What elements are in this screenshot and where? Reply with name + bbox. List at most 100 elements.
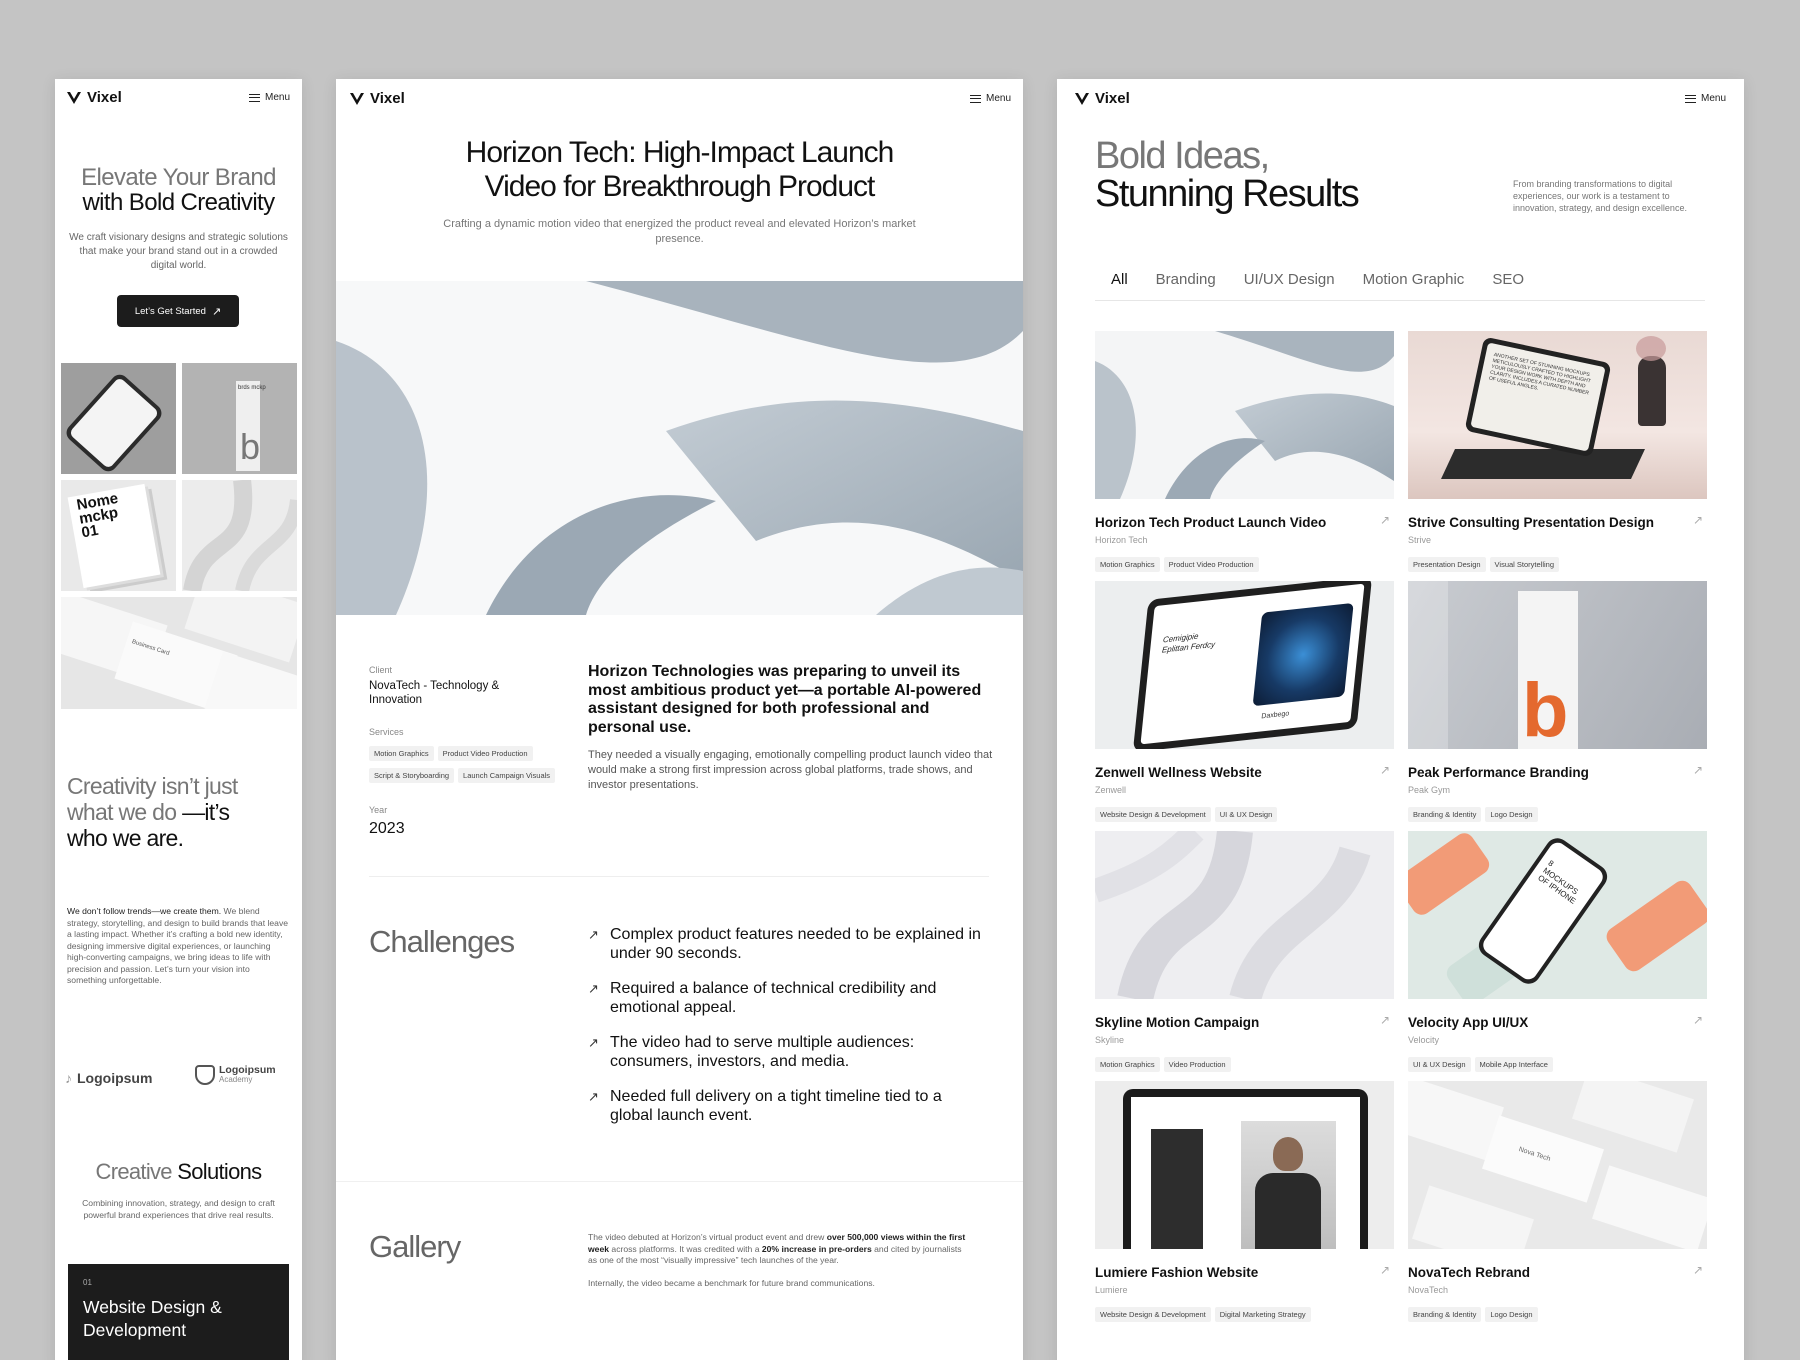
intro-lead: Horizon Technologies was preparing to un… xyxy=(588,663,982,736)
intro-text: They needed a visually engaging, emotion… xyxy=(588,749,993,791)
ribbon-graphic-icon xyxy=(1095,831,1371,999)
service-tag: Script & Storyboarding xyxy=(369,768,455,783)
about-text: We don’t follow trends—we create them. W… xyxy=(67,906,289,987)
project-card[interactable]: b ↗ Peak Performance Branding Peak Gym B… xyxy=(1408,581,1707,826)
project-client: Lumiere xyxy=(1095,1285,1128,1295)
project-tag: Website Design & Development xyxy=(1095,1307,1211,1322)
get-started-button[interactable]: Let’s Get Started ↗ xyxy=(117,295,239,327)
vixel-logo-icon xyxy=(350,92,364,105)
project-tag: Presentation Design xyxy=(1408,557,1486,572)
service-tag: Launch Campaign Visuals xyxy=(458,768,556,783)
project-tags: Motion Graphics Video Production xyxy=(1095,1054,1394,1076)
vixel-logo-icon xyxy=(67,91,81,104)
gallery-text-part: Internally, the video became a benchmark… xyxy=(588,1277,875,1288)
case-subtitle: Crafting a dynamic motion video that ene… xyxy=(443,218,916,245)
project-tag: Website Design & Development xyxy=(1095,807,1211,822)
project-tag: Branding & Identity xyxy=(1408,1307,1482,1322)
project-title: Skyline Motion Campaign xyxy=(1095,1015,1260,1030)
brand-name: Vixel xyxy=(370,90,405,107)
filter-tab-all[interactable]: All xyxy=(1111,271,1128,288)
arrow-up-right-icon: ↗ xyxy=(1692,1263,1703,1277)
arrow-up-right-icon: ↗ xyxy=(1379,513,1390,527)
phone-mockup-thumb[interactable] xyxy=(61,363,176,474)
arrow-up-right-icon: ↗ xyxy=(588,981,599,996)
filter-tabs: All Branding UI/UX Design Motion Graphic… xyxy=(1111,271,1552,288)
phone-screen-text: 8 MOCKUPS OF IPHONE xyxy=(1479,839,1607,983)
project-tag: Visual Storytelling xyxy=(1489,557,1560,572)
divider xyxy=(369,876,989,877)
sign-mockup-text: brds mckp xyxy=(238,385,266,391)
project-card[interactable]: 8 MOCKUPS OF IPHONE ↗ Velocity App UI/UX… xyxy=(1408,831,1707,1076)
filter-tab-branding[interactable]: Branding xyxy=(1156,271,1216,288)
filter-divider xyxy=(1095,300,1705,301)
project-thumbnail xyxy=(1095,1081,1394,1249)
project-card[interactable]: Nova Tech ↗ NovaTech Rebrand NovaTech Br… xyxy=(1408,1081,1707,1326)
project-card[interactable]: Cemigipie Eplittan Ferdcy Daxbego ↗ Zenwe… xyxy=(1095,581,1394,826)
project-title: Horizon Tech Product Launch Video xyxy=(1095,515,1327,530)
gallery-text: The video debuted at Horizon’s virtual p… xyxy=(588,1232,973,1289)
project-tag: Video Production xyxy=(1163,1057,1231,1072)
arrow-up-right-icon: ↗ xyxy=(1692,513,1703,527)
ribbon-graphic-icon xyxy=(336,281,1023,615)
ribbon-mockup-thumb[interactable] xyxy=(182,480,297,591)
project-tags: Motion Graphics Product Video Production xyxy=(1095,554,1394,576)
case-study-panel: Vixel Menu Horizon Tech: High-Impact Lau… xyxy=(336,79,1023,1360)
project-card[interactable]: ↗ Horizon Tech Product Launch Video Hori… xyxy=(1095,331,1394,576)
challenge-text: Required a balance of technical credibil… xyxy=(610,980,937,1016)
sign-mockup-thumb[interactable]: brds mckp b xyxy=(182,363,297,474)
project-tag: Motion Graphics xyxy=(1095,557,1160,572)
project-thumbnail xyxy=(1095,831,1394,999)
project-card[interactable]: ↗ Skyline Motion Campaign Skyline Motion… xyxy=(1095,831,1394,1076)
arrow-up-right-icon: ↗ xyxy=(1379,1263,1390,1277)
project-card[interactable]: ↗ Lumiere Fashion Website Lumiere Websit… xyxy=(1095,1081,1394,1326)
service-tag: Product Video Production xyxy=(437,746,533,761)
project-title: NovaTech Rebrand xyxy=(1408,1265,1531,1280)
menu-label: Menu xyxy=(1700,93,1726,104)
about-lead: We don’t follow trends—we create them. xyxy=(67,906,222,916)
project-tag: Logo Design xyxy=(1485,807,1538,822)
project-thumbnail: b xyxy=(1408,581,1707,749)
project-tag: Branding & Identity xyxy=(1408,807,1482,822)
filter-tab-motion[interactable]: Motion Graphic xyxy=(1363,271,1465,288)
project-tag: Mobile App Interface xyxy=(1474,1057,1553,1072)
case-meta: Client NovaTech - Technology & Innovatio… xyxy=(369,665,569,838)
arrow-up-right-icon: ↗ xyxy=(211,305,222,318)
gallery-title: Gallery xyxy=(369,1229,461,1264)
project-tags: Website Design & Development Digital Mark… xyxy=(1095,1304,1394,1326)
menu-button[interactable]: Menu xyxy=(969,93,1011,104)
arrow-up-right-icon: ↗ xyxy=(1379,763,1390,777)
project-client: Zenwell xyxy=(1095,785,1127,795)
business-card-mockup-thumb[interactable]: Business Card xyxy=(61,597,297,709)
brand-logo[interactable]: Vixel xyxy=(67,89,122,106)
client-logo-2-text: Logoipsum xyxy=(219,1064,276,1076)
case-title: Horizon Tech: High-Impact Launch Video f… xyxy=(465,136,895,203)
project-tag: Logo Design xyxy=(1485,1307,1538,1322)
project-card[interactable]: ANOTHER SET OF STUNNING MOCKUPS METICULO… xyxy=(1408,331,1707,576)
client-logo-1-text: Logoipsum xyxy=(77,1070,153,1086)
challenge-item: ↗ Complex product features needed to be e… xyxy=(588,925,988,963)
filter-tab-seo[interactable]: SEO xyxy=(1492,271,1524,288)
challenge-text: Complex product features needed to be ex… xyxy=(610,926,981,962)
ribbon-graphic-icon xyxy=(183,480,297,591)
case-intro: Horizon Technologies was preparing to un… xyxy=(588,663,993,793)
gallery-text-part: across platforms. It was credited with a xyxy=(609,1243,762,1254)
solutions-text: Combining innovation, strategy, and desi… xyxy=(82,1198,275,1220)
project-thumbnail: 8 MOCKUPS OF IPHONE xyxy=(1408,831,1707,999)
challenges-title: Challenges xyxy=(369,924,515,959)
menu-button[interactable]: Menu xyxy=(248,92,290,103)
brand-logo[interactable]: Vixel xyxy=(1075,90,1130,107)
project-client: Velocity xyxy=(1408,1035,1440,1045)
project-title: Lumiere Fashion Website xyxy=(1095,1265,1259,1280)
brand-logo[interactable]: Vixel xyxy=(350,90,405,107)
service-card-website-design[interactable]: 01 Website Design & Development xyxy=(68,1264,289,1360)
client-logo-2-subtext: Academy xyxy=(219,1075,253,1084)
project-tag: Digital Marketing Strategy xyxy=(1214,1307,1311,1322)
project-tags: Website Design & Development UI & UX Desi… xyxy=(1095,804,1394,826)
filter-tab-uiux[interactable]: UI/UX Design xyxy=(1244,271,1335,288)
laptop-screen-text: ANOTHER SET OF STUNNING MOCKUPS METICULO… xyxy=(1470,342,1606,452)
booklet-mockup-thumb[interactable]: Nome mckp 01 xyxy=(61,480,176,591)
arrow-up-right-icon: ↗ xyxy=(588,1035,599,1050)
project-title: Peak Performance Branding xyxy=(1408,765,1589,780)
about-title-part-3: —it’s xyxy=(182,799,230,825)
menu-button[interactable]: Menu xyxy=(1684,93,1726,104)
